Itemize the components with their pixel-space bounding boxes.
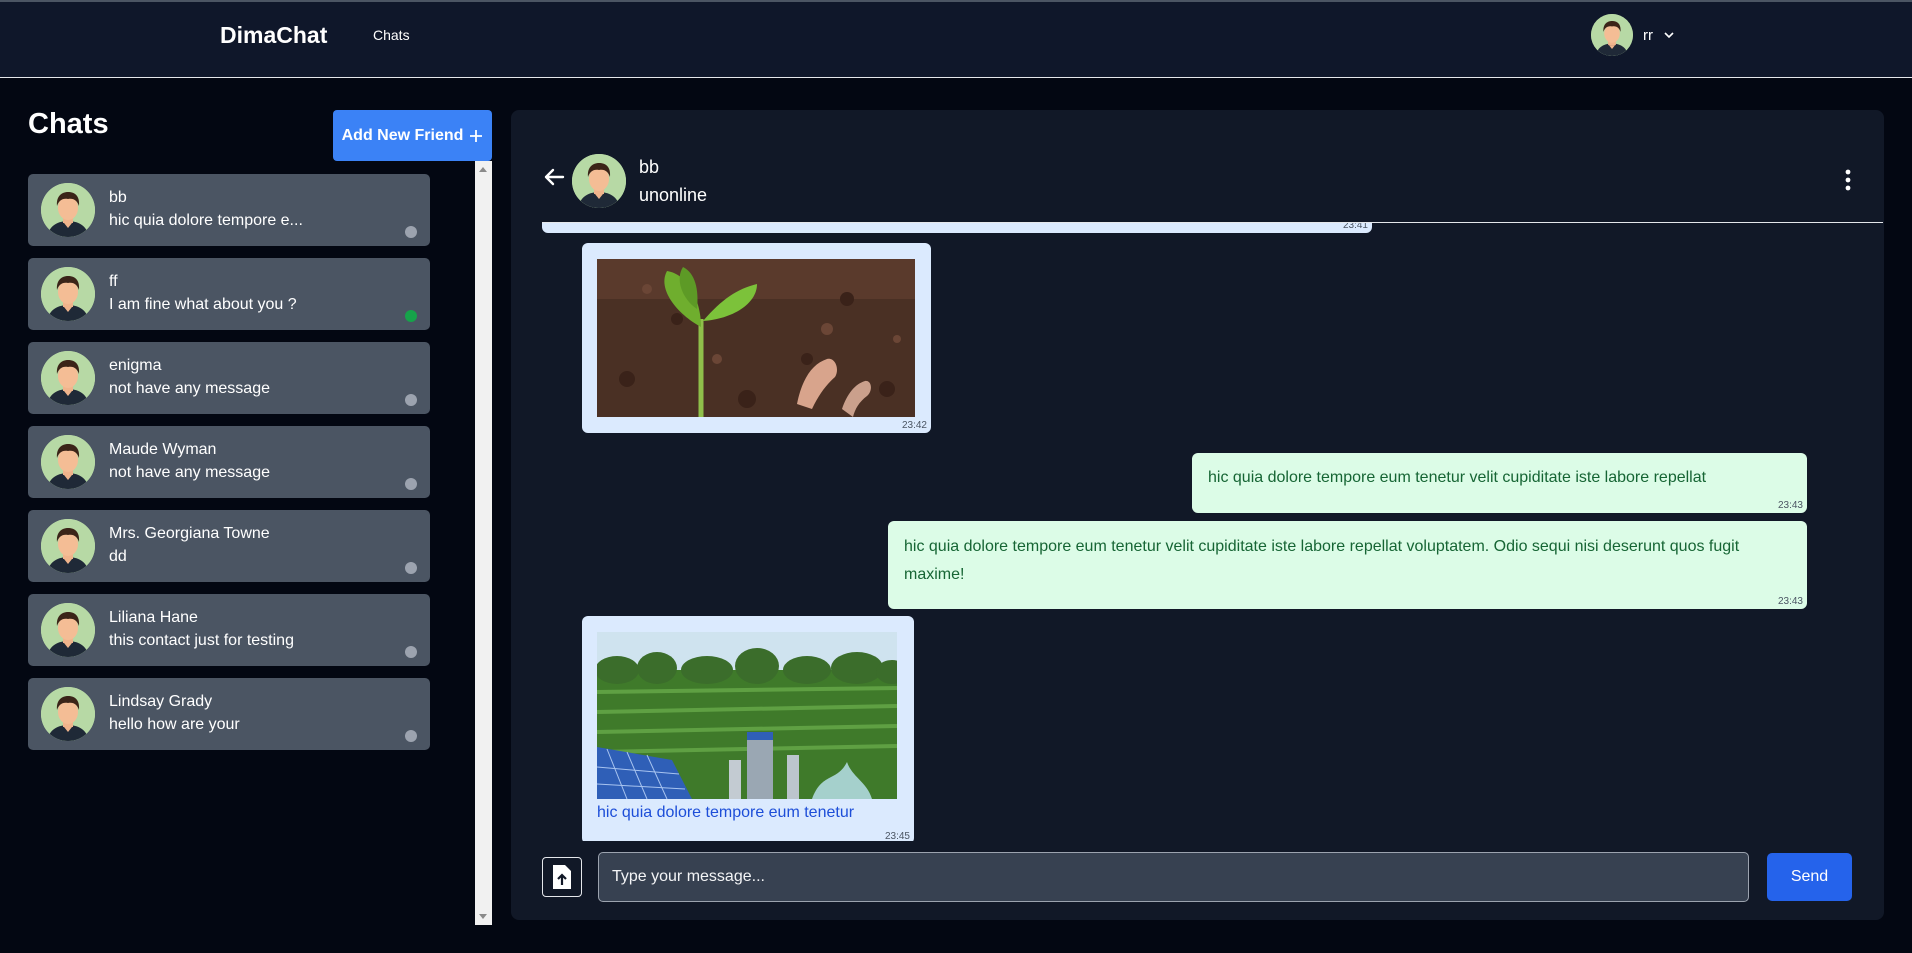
contact-name: Maude Wyman [109,441,217,458]
status-online-dot [405,310,417,322]
send-button[interactable]: Send [1767,853,1852,901]
user-menu[interactable]: rr [1591,14,1675,56]
scroll-up-arrow-icon[interactable] [479,167,487,172]
status-offline-dot [405,730,417,742]
contact-last-message: not have any message [109,380,270,397]
chat-panel: bb unonline 23:41 23:42 hic quia dolore … [511,110,1884,920]
contact-item[interactable]: Lindsay Grady hello how are your [28,678,430,750]
status-offline-dot [405,646,417,658]
contact-name: Mrs. Georgiana Towne [109,525,270,542]
brand-logo[interactable]: DimaChat [220,22,327,49]
page-title: Chats [28,108,109,140]
avatar [41,603,95,657]
contact-name: Lindsay Grady [109,693,213,710]
avatar [41,519,95,573]
message-time: 23:43 [1777,596,1803,607]
scroll-down-arrow-icon[interactable] [479,914,487,919]
message-bubble-received: hic quia dolore tempore eum tenetur 23:4… [582,616,914,841]
chevron-down-icon [1664,32,1674,39]
add-friend-button[interactable]: Add New Friend [333,110,492,161]
contact-last-message: this contact just for testing [109,632,294,649]
upload-file-button[interactable] [542,857,582,897]
message-list: 23:41 23:42 hic quia dolore tempore eum … [542,223,1866,841]
avatar [572,154,626,208]
avatar [41,267,95,321]
contact-name: bb [109,189,127,206]
contact-item[interactable]: Liliana Hane this contact just for testi… [28,594,430,666]
status-offline-dot [405,394,417,406]
message-text: hic quia dolore tempore eum tenetur veli… [904,538,1740,583]
image-caption: hic quia dolore tempore eum tenetur [597,804,855,821]
contact-item[interactable]: Maude Wyman not have any message [28,426,430,498]
avatar [41,183,95,237]
message-bubble-received: 23:41 [542,223,1372,233]
contact-list: bb hic quia dolore tempore e... ff I am … [28,174,430,762]
message-input[interactable] [598,852,1749,902]
top-navbar: DimaChat Chats rr [0,0,1912,78]
message-time: 23:43 [1777,500,1803,511]
status-offline-dot [405,478,417,490]
plant-seedling-photo[interactable] [597,259,915,417]
avatar [41,687,95,741]
peer-status: unonline [639,185,708,205]
message-bubble-sent: hic quia dolore tempore eum tenetur veli… [1192,453,1807,513]
message-time: 23:41 [1342,223,1368,231]
chat-header: bb unonline [511,110,1884,222]
contact-last-message: hello how are your [109,716,240,733]
contact-item[interactable]: ff I am fine what about you ? [28,258,430,330]
contact-name: enigma [109,357,162,374]
message-bubble-received: 23:42 [582,243,931,433]
message-composer: Send [542,852,1863,902]
avatar [41,435,95,489]
contact-last-message: hic quia dolore tempore e... [109,212,303,229]
solar-farm-photo[interactable] [597,632,897,799]
status-offline-dot [405,562,417,574]
status-offline-dot [405,226,417,238]
user-name: rr [1643,26,1653,44]
avatar [41,351,95,405]
contact-name: ff [109,273,118,290]
contact-item[interactable]: bb hic quia dolore tempore e... [28,174,430,246]
contact-last-message: I am fine what about you ? [109,296,297,313]
nav-link-chats[interactable]: Chats [373,27,410,43]
message-bubble-sent: hic quia dolore tempore eum tenetur veli… [888,521,1807,609]
contact-name: Liliana Hane [109,609,198,626]
more-options-icon[interactable] [1844,168,1852,192]
peer-name: bb [639,157,660,177]
avatar [1591,14,1633,56]
file-upload-icon [553,865,571,889]
message-time: 23:45 [884,831,910,841]
contact-last-message: not have any message [109,464,270,481]
message-text: hic quia dolore tempore eum tenetur veli… [1208,469,1707,486]
contact-item[interactable]: Mrs. Georgiana Towne dd [28,510,430,582]
plus-icon [470,129,483,142]
contact-item[interactable]: enigma not have any message [28,342,430,414]
contact-last-message: dd [109,548,127,565]
message-time: 23:42 [901,420,927,431]
back-arrow-icon[interactable] [542,165,566,189]
contact-list-scrollbar[interactable] [475,161,492,925]
add-friend-label: Add New Friend [341,126,464,144]
